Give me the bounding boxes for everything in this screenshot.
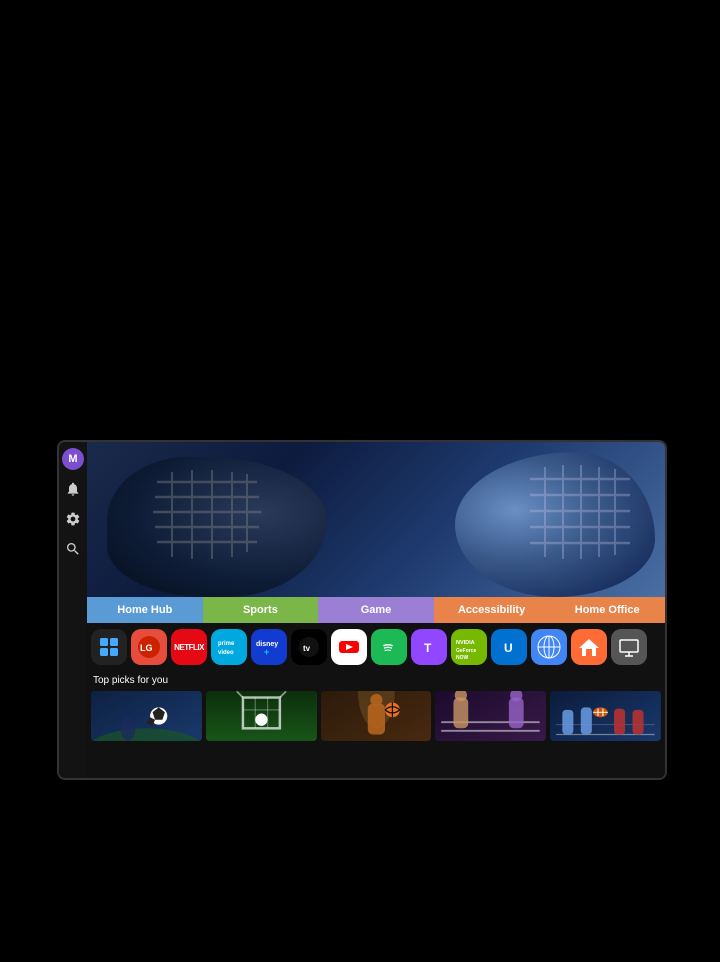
svg-text:tv: tv xyxy=(303,644,311,653)
hero-banner xyxy=(87,442,665,597)
app-geforce-now[interactable]: NVIDIA GeForce NOW xyxy=(451,629,487,665)
tab-home-office[interactable]: Home Office xyxy=(549,597,665,623)
pick-thumb-basketball[interactable] xyxy=(321,691,432,741)
app-smart-home[interactable] xyxy=(571,629,607,665)
svg-text:T: T xyxy=(424,641,432,655)
sidebar: M xyxy=(59,442,87,778)
svg-text:prime: prime xyxy=(218,641,235,647)
svg-text:NOW: NOW xyxy=(456,655,469,661)
svg-text:GeForce: GeForce xyxy=(456,648,477,654)
pick-thumb-soccer-action[interactable] xyxy=(91,691,202,741)
app-ubisoft[interactable]: U xyxy=(491,629,527,665)
pick-thumb-boxing[interactable] xyxy=(435,691,546,741)
tab-accessibility[interactable]: Accessibility xyxy=(434,597,550,623)
pick-thumb-football[interactable] xyxy=(550,691,661,741)
svg-text:LG: LG xyxy=(140,643,153,653)
tab-sports[interactable]: Sports xyxy=(203,597,319,623)
app-disney-plus[interactable]: disney + xyxy=(251,629,287,665)
user-avatar[interactable]: M xyxy=(62,448,84,470)
tv-frame: M xyxy=(57,440,667,780)
svg-text:NVIDIA: NVIDIA xyxy=(456,640,475,646)
app-prime-video[interactable]: prime video xyxy=(211,629,247,665)
app-netflix[interactable]: NETFLIX xyxy=(171,629,207,665)
app-web-browser[interactable] xyxy=(531,629,567,665)
app-lg[interactable]: LG xyxy=(131,629,167,665)
svg-text:video: video xyxy=(218,650,234,656)
app-youtube[interactable] xyxy=(331,629,367,665)
helmet-cage-left xyxy=(147,462,267,572)
tab-home-hub[interactable]: Home Hub xyxy=(87,597,203,623)
helmet-cage-right xyxy=(525,457,635,572)
notification-icon[interactable] xyxy=(62,478,84,500)
app-apple-tv[interactable]: tv xyxy=(291,629,327,665)
main-content: Home Hub Sports Game Accessibility Home … xyxy=(87,442,665,778)
settings-icon[interactable] xyxy=(62,508,84,530)
app-apps[interactable] xyxy=(91,629,127,665)
apps-row: LG NETFLIX prime video disney + xyxy=(87,623,665,671)
hockey-scene xyxy=(87,442,665,597)
picks-grid xyxy=(91,691,661,741)
svg-text:U: U xyxy=(504,641,513,655)
search-icon[interactable] xyxy=(62,538,84,560)
app-twitch[interactable]: T xyxy=(411,629,447,665)
category-tabs: Home Hub Sports Game Accessibility Home … xyxy=(87,597,665,623)
top-picks-label: Top picks for you xyxy=(91,675,661,686)
pick-thumb-soccer-field[interactable] xyxy=(206,691,317,741)
top-picks-section: Top picks for you xyxy=(87,671,665,778)
svg-text:+: + xyxy=(264,647,269,657)
app-spotify[interactable] xyxy=(371,629,407,665)
app-screen-share[interactable] xyxy=(611,629,647,665)
tab-game[interactable]: Game xyxy=(318,597,434,623)
